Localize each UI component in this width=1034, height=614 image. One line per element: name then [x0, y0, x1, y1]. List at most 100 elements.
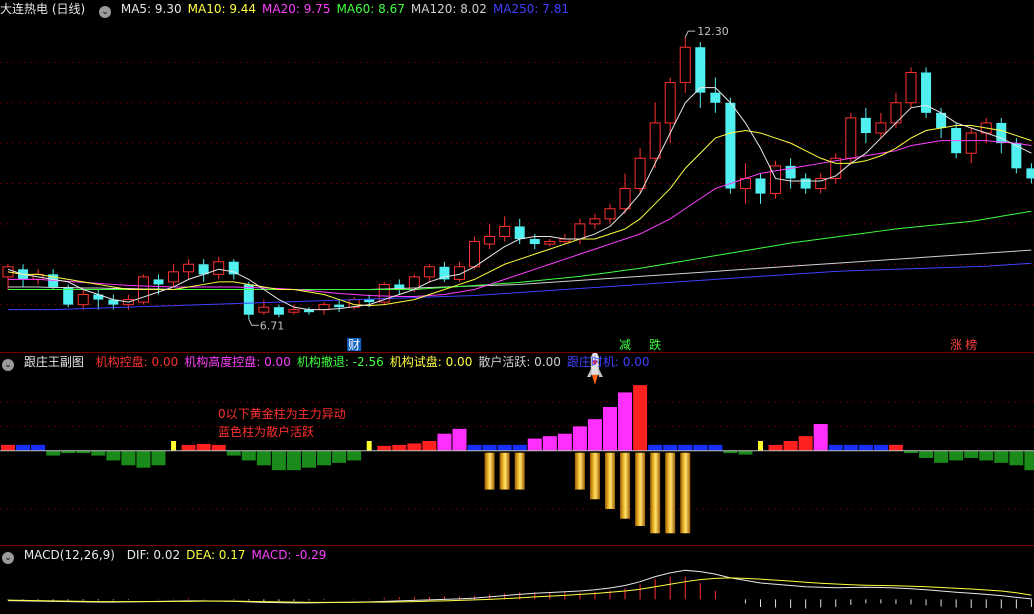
signal-bar — [783, 441, 798, 451]
gold-column — [620, 452, 631, 519]
candle-body-down — [755, 178, 766, 194]
signal-bar — [1009, 450, 1024, 466]
ma10-line — [7, 124, 1032, 307]
signal-bar — [497, 444, 512, 451]
signal-bar — [136, 450, 151, 468]
macd-indicators: DIF: 0.02 DEA: 0.17 MACD: -0.29 — [127, 548, 333, 562]
signal-bar — [121, 450, 136, 466]
candle-body-down — [695, 47, 706, 93]
candle-body-down — [153, 279, 164, 285]
signal-bar — [366, 441, 372, 451]
main-pane[interactable]: 大连热电 (日线) ⌄ MA5: 9.30 MA10: 9.44 MA20: 9.7… — [0, 0, 1034, 352]
candle-body-down — [725, 102, 736, 189]
sub1-legend: ⌄ 跟庄王副图 机构控盘: 0.00 机构高度控盘: 0.00 机构撤退: -2.5… — [0, 353, 661, 371]
candle-body-up — [469, 241, 481, 268]
collapse-icon[interactable]: ⌄ — [99, 6, 112, 18]
candle-body-down — [364, 299, 375, 303]
ma-indicator: MA250: 7.81 — [492, 2, 569, 16]
candle-body-up — [423, 266, 435, 278]
signal-bar — [888, 444, 903, 451]
signal-bar — [527, 438, 542, 451]
signal-bar — [708, 444, 723, 451]
signal-bar — [1, 444, 15, 451]
signal-bar — [738, 450, 753, 455]
candle-body-up — [649, 122, 661, 159]
collapse-icon[interactable]: ⌄ — [2, 359, 14, 371]
ma-indicator: MA10: 9.44 — [187, 2, 257, 16]
macd-title: MACD(12,26,9) — [23, 548, 115, 562]
signal-bar — [317, 450, 332, 466]
candle-body-up — [318, 304, 330, 311]
sub1-indicator: 机构试盘: 0.00 — [389, 355, 473, 369]
collapse-icon[interactable]: ⌄ — [2, 552, 14, 564]
candle-body-up — [589, 218, 601, 225]
signal-bar — [949, 450, 964, 461]
candle-body-up — [845, 117, 857, 159]
signal-bar — [758, 441, 763, 451]
signal-bar — [106, 450, 121, 461]
signal-bar — [964, 450, 979, 458]
signal-bar — [828, 444, 843, 451]
sub1-pane[interactable]: ⌄ 跟庄王副图 机构控盘: 0.00 机构高度控盘: 0.00 机构撤退: -2.5… — [0, 353, 1034, 545]
signal-bar — [934, 450, 949, 463]
signal-bar — [1024, 450, 1034, 471]
signal-bar — [347, 450, 362, 461]
candle-body-up — [875, 122, 887, 134]
kline-chart[interactable]: 12.30 6.71 财 减 跌 涨榜 — [0, 0, 1034, 352]
signal-bar — [422, 441, 437, 451]
signal-bar — [46, 450, 61, 456]
signal-bar — [171, 441, 177, 451]
signal-bar — [843, 444, 858, 451]
signal-bar — [919, 450, 934, 458]
candle-body-up — [634, 157, 646, 190]
candle-body-up — [574, 223, 586, 240]
gold-column — [635, 452, 646, 526]
signal-bar — [256, 450, 271, 466]
macd-pane[interactable]: ⌄ MACD(12,26,9) DIF: 0.02 DEA: 0.17 MACD: … — [0, 546, 1034, 614]
event-marker: 涨 — [950, 337, 962, 352]
event-marker: 减 — [619, 338, 631, 352]
signal-bar — [858, 444, 873, 451]
gold-column — [605, 452, 615, 509]
candle-body-up — [213, 261, 225, 275]
ma5-line — [7, 87, 1032, 311]
note-line-2: 蓝色柱为散户活跃 — [218, 425, 315, 439]
candle-body-down — [1026, 168, 1034, 179]
macd-indicator: DEA: 0.17 — [186, 548, 246, 562]
low-price-label: 6.71 — [260, 319, 285, 332]
event-marker: 财 — [348, 338, 360, 352]
signal-bar — [768, 444, 783, 451]
gold-column — [574, 452, 585, 490]
signal-bar — [196, 443, 211, 451]
signal-bar — [332, 450, 347, 463]
signal-bar — [798, 436, 813, 451]
macd-legend: ⌄ MACD(12,26,9) DIF: 0.02 DEA: 0.17 MACD: … — [0, 546, 338, 564]
candle-body-up — [604, 208, 616, 220]
event-marker: 榜 — [965, 337, 977, 352]
strategy-note: 0以下黄金柱为主力异动 蓝色柱为散户活跃 — [218, 405, 346, 441]
signal-bar — [663, 444, 678, 451]
candle-body-down — [439, 266, 450, 280]
gold-column — [499, 452, 510, 490]
candle-body-up — [905, 71, 917, 104]
ma-indicator: MA5: 9.30 — [120, 2, 182, 16]
high-price-label: 12.30 — [697, 25, 729, 38]
stock-title: 大连热电 (日线) — [0, 2, 86, 16]
sub1-indicator: 机构撤退: -2.56 — [296, 355, 384, 369]
candle-body-down — [860, 117, 871, 134]
candle-body-up — [484, 235, 496, 245]
ma-indicator: MA60: 8.67 — [336, 2, 405, 16]
candle-body-up — [965, 132, 977, 154]
candle-body-down — [273, 307, 284, 315]
sub1-indicator: 机构高度控盘: 0.00 — [184, 355, 291, 369]
signal-bar — [452, 428, 467, 451]
note-line-1: 0以下黄金柱为主力异动 — [218, 407, 346, 421]
candle-body-up — [77, 294, 89, 306]
signal-bar — [542, 436, 557, 451]
signal-bar — [587, 419, 602, 451]
candle-body-up — [499, 225, 511, 237]
signal-bar — [226, 450, 241, 456]
signal-bar — [437, 433, 452, 451]
sub1-chart[interactable] — [0, 353, 1034, 545]
high-pointer — [684, 30, 696, 38]
